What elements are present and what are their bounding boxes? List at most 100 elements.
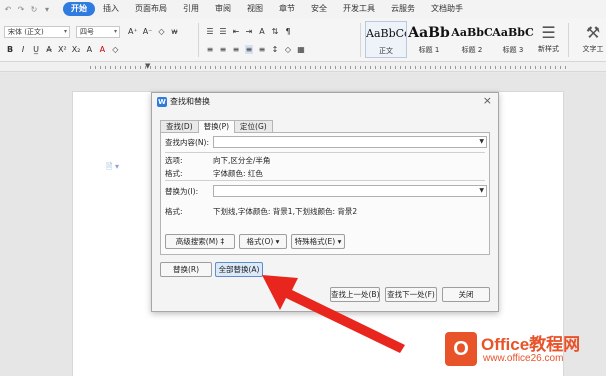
style-label: 标题 2 (461, 46, 483, 54)
find-format-value: 字体颜色: 红色 (213, 169, 263, 178)
text-effect-icon[interactable]: A (85, 45, 93, 54)
tab-home[interactable]: 开始 (63, 2, 95, 16)
phonetic-icon[interactable]: w̶ (170, 27, 178, 36)
advanced-search-button[interactable]: 高级搜索(M) ‡ (165, 234, 235, 249)
sort-icon[interactable]: ⇅ (271, 27, 279, 36)
options-label: 选项: (165, 156, 183, 165)
superscript-button[interactable]: X² (58, 45, 67, 54)
close-icon[interactable]: × (483, 94, 492, 107)
chevron-down-icon[interactable]: ▼ (479, 187, 484, 194)
align-center-icon[interactable]: ≡ (219, 45, 227, 54)
wrench-icon: ⚒ (585, 23, 601, 42)
style-normal[interactable]: AaBbCcI 正文 (365, 21, 407, 58)
replace-button[interactable]: 替换(R) (160, 262, 212, 277)
new-style-icon: ☰ (541, 23, 556, 42)
numbering-icon[interactable]: ☰ (219, 27, 227, 36)
italic-button[interactable]: I (19, 45, 27, 54)
bullets-icon[interactable]: ☰ (206, 27, 214, 36)
options-value: 向下,区分全/半角 (213, 156, 271, 165)
ruler-ticks (90, 66, 566, 69)
format-button[interactable]: 格式(O) ▾ (239, 234, 287, 249)
indent-marker-icon[interactable]: ▼ (145, 62, 150, 70)
tab-insert[interactable]: 插入 (95, 2, 127, 16)
find-input[interactable]: ▼ (213, 136, 487, 148)
chevron-down-icon: ▾ (113, 28, 117, 35)
menu-bar: ↶ ↷ ↻ ▾ 开始 插入 页面布局 引用 审阅 视图 章节 安全 开发工具 云… (0, 0, 606, 18)
undo-icon[interactable]: ↶ (4, 5, 12, 14)
subscript-button[interactable]: X₂ (72, 45, 81, 54)
increase-indent-icon[interactable]: ⇥ (245, 27, 253, 36)
horizontal-ruler[interactable]: ▼ (0, 62, 606, 72)
replace-all-button[interactable]: 全部替换(A) (215, 262, 263, 277)
justify-icon[interactable]: ≡ (245, 45, 253, 54)
paragraph-tools-row2: ≡ ≡ ≡ ≡ ≡ ↕ ◇ ▦ (206, 45, 305, 54)
font-name-select[interactable]: 宋体 (正文) ▾ (4, 26, 70, 38)
find-previous-button[interactable]: 查找上一处(B) (330, 287, 380, 302)
strikethrough-button[interactable]: A̶ (45, 45, 53, 54)
align-right-icon[interactable]: ≡ (232, 45, 240, 54)
font-color-icon[interactable]: A (98, 45, 106, 54)
tab-review[interactable]: 审阅 (207, 2, 239, 16)
font-size-select[interactable]: 四号 ▾ (76, 26, 120, 38)
paragraph-tools-row1: ☰ ☰ ⇤ ⇥ A ⇅ ¶ (206, 27, 292, 36)
tab-doc-assistant[interactable]: 文档助手 (423, 2, 471, 16)
show-marks-icon[interactable]: ¶ (284, 27, 292, 36)
tab-security[interactable]: 安全 (303, 2, 335, 16)
align-left-icon[interactable]: ≡ (206, 45, 214, 54)
find-next-button[interactable]: 查找下一处(F) (385, 287, 437, 302)
clear-format-icon[interactable]: ◇ (157, 27, 165, 36)
distribute-icon[interactable]: ≡ (258, 45, 266, 54)
ribbon-divider (360, 23, 361, 57)
tab-view[interactable]: 视图 (239, 2, 271, 16)
divider (165, 180, 485, 181)
borders-icon[interactable]: ▦ (297, 45, 305, 54)
tab-cloud[interactable]: 云服务 (383, 2, 423, 16)
replace-input[interactable]: ▼ (213, 185, 487, 197)
watermark-url: www.office26.com (483, 353, 564, 364)
replace-format-label: 格式: (165, 207, 183, 216)
redo-icon[interactable]: ↷ (17, 5, 25, 14)
bold-button[interactable]: B (6, 45, 14, 54)
style-heading-1[interactable]: AaBb 标题 1 (408, 21, 450, 58)
watermark: O Office教程网 www.office26.com (445, 328, 603, 372)
chinese-layout-icon[interactable]: A (258, 27, 266, 36)
font-size-value: 四号 (80, 28, 94, 36)
office-logo-icon: O (445, 332, 477, 366)
quick-access-dropdown-icon[interactable]: ▾ (43, 5, 51, 14)
divider (165, 152, 485, 153)
tab-developer[interactable]: 开发工具 (335, 2, 383, 16)
font-size-tools: A⁺ A⁻ ◇ w̶ (128, 27, 178, 36)
tab-references[interactable]: 引用 (175, 2, 207, 16)
ribbon-tabs: 开始 插入 页面布局 引用 审阅 视图 章节 安全 开发工具 云服务 文档助手 (63, 2, 471, 16)
tab-goto[interactable]: 定位(G) (234, 120, 273, 132)
close-button[interactable]: 关闭 (442, 287, 490, 302)
style-heading-2[interactable]: AaBbC 标题 2 (451, 21, 493, 58)
shading-icon[interactable]: ◇ (284, 45, 292, 54)
shrink-font-icon[interactable]: A⁻ (143, 27, 153, 36)
style-heading-3[interactable]: AaBbC 标题 3 (492, 21, 534, 58)
style-label: 正文 (379, 47, 393, 55)
tab-replace[interactable]: 替换(P) (197, 120, 236, 133)
line-spacing-icon[interactable]: ↕ (271, 45, 279, 54)
replace-format-value: 下划线,字体颜色: 背景1,下划线颜色: 背景2 (213, 207, 358, 216)
underline-button[interactable]: U̲ (32, 45, 40, 54)
grow-font-icon[interactable]: A⁺ (128, 27, 138, 36)
chevron-down-icon[interactable]: ▼ (479, 138, 484, 145)
highlight-icon[interactable]: ◇ (111, 45, 119, 54)
decrease-indent-icon[interactable]: ⇤ (232, 27, 240, 36)
watermark-name: Office教程网 (481, 335, 581, 354)
tab-find[interactable]: 查找(D) (160, 120, 199, 132)
tab-section[interactable]: 章节 (271, 2, 303, 16)
text-tools-label: 文字工 (582, 45, 604, 53)
text-tools-button[interactable]: ⚒ 文字工 (578, 22, 606, 54)
dialog-title: 查找和替换 (170, 97, 210, 106)
find-label: 查找内容(N): (165, 138, 209, 147)
style-preview: AaBbC (492, 26, 534, 39)
special-format-button[interactable]: 特殊格式(E) ▾ (291, 234, 345, 249)
repeat-icon[interactable]: ↻ (30, 5, 38, 14)
find-format-label: 格式: (165, 169, 183, 178)
paragraph-handle-icon[interactable]: 🗎 ▾ (106, 161, 119, 175)
tab-page-layout[interactable]: 页面布局 (127, 2, 175, 16)
style-label: 标题 3 (502, 46, 524, 54)
new-style-button[interactable]: ☰ 新样式 (538, 22, 559, 54)
